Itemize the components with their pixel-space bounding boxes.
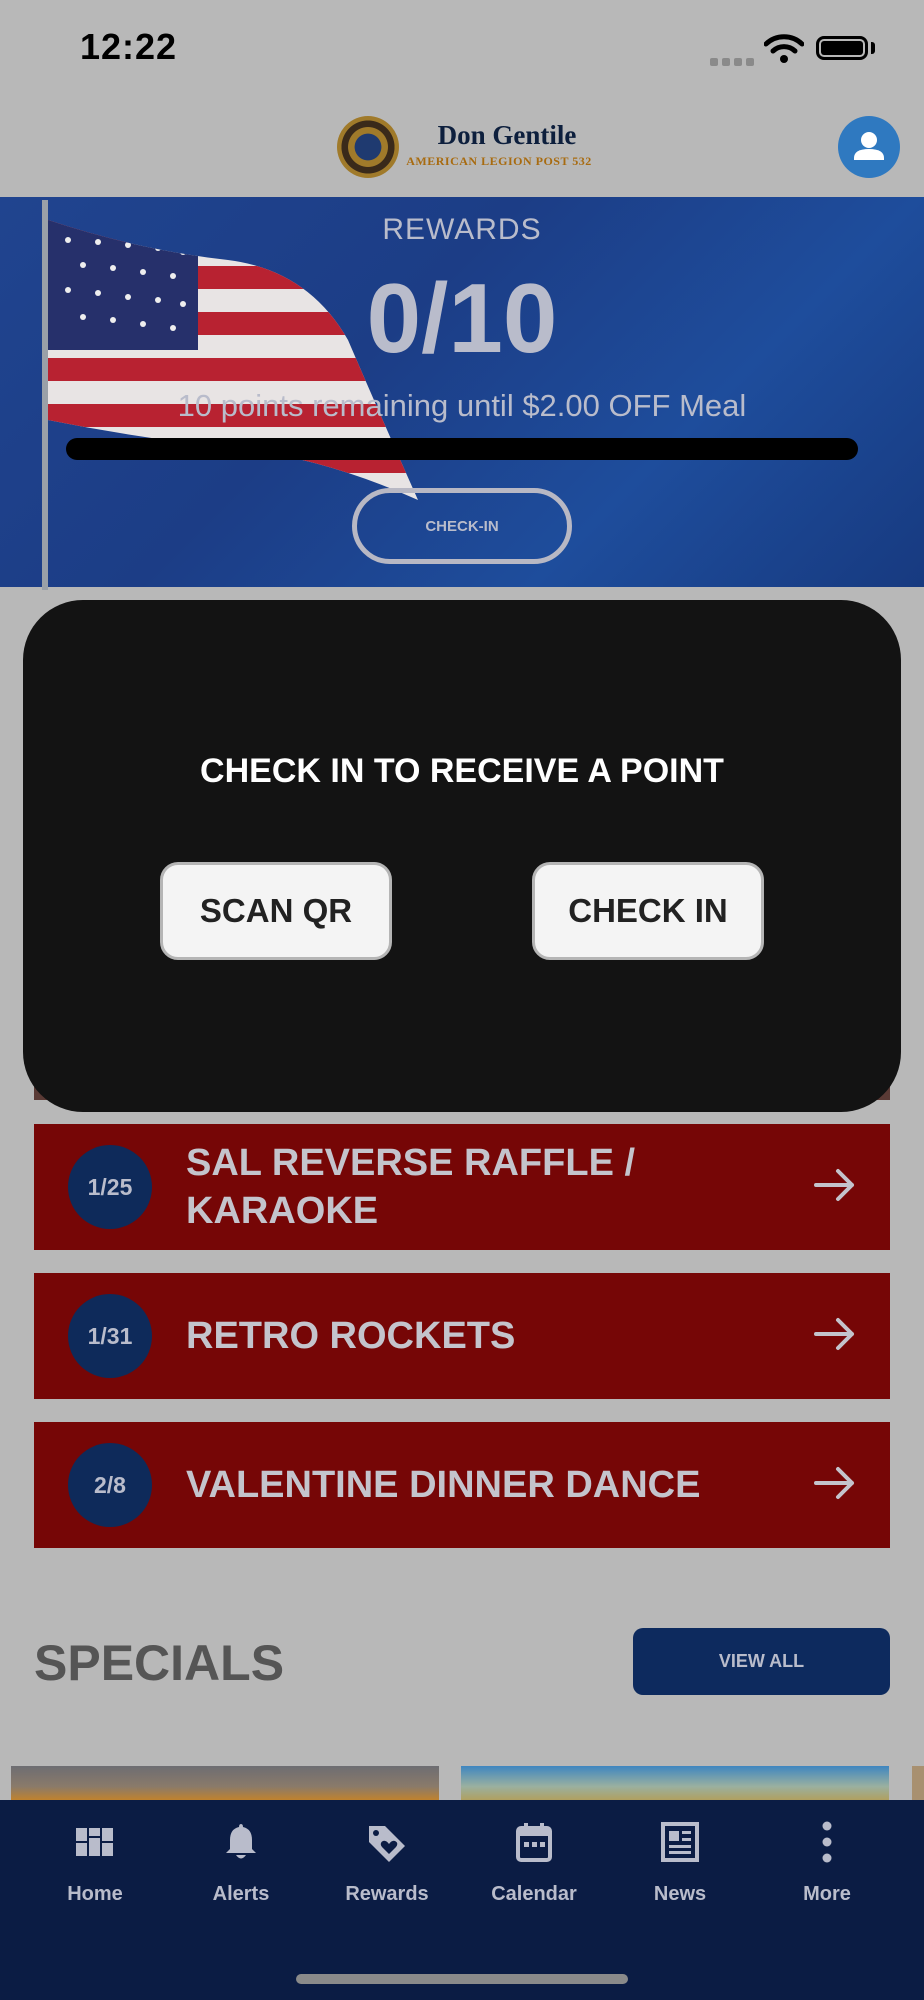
event-title: RETRO ROCKETS	[186, 1315, 516, 1357]
arrow-right-icon	[814, 1169, 854, 1201]
nav-more[interactable]: More	[767, 1820, 887, 1906]
tag-heart-icon	[369, 1826, 405, 1862]
nav-label: Calendar	[491, 1883, 577, 1905]
specials-heading: SPECIALS	[34, 1635, 285, 1691]
nav-label: More	[803, 1883, 851, 1905]
bell-icon	[226, 1824, 256, 1859]
modal-title: CHECK IN TO RECEIVE A POINT	[200, 752, 724, 790]
newspaper-icon	[661, 1822, 699, 1862]
nav-calendar[interactable]: Calendar	[474, 1820, 594, 1906]
nav-home[interactable]: Home	[35, 1820, 155, 1906]
banner-checkin-button[interactable]: CHECK-IN	[352, 488, 572, 564]
more-vertical-icon	[822, 1821, 832, 1863]
user-icon	[854, 132, 884, 160]
checkin-modal	[23, 600, 901, 1112]
battery-tip	[871, 42, 875, 54]
home-grid-icon	[76, 1828, 113, 1856]
calendar-icon	[516, 1823, 552, 1862]
rewards-progress-bar	[66, 438, 858, 460]
nav-label: News	[653, 1883, 707, 1905]
nav-news[interactable]: News	[620, 1820, 740, 1906]
rewards-remaining-text: 10 points remaining until $2.00 OFF Meal	[177, 388, 747, 423]
nav-rewards[interactable]: Rewards	[327, 1820, 447, 1906]
event-date-badge: 2/8	[68, 1443, 152, 1527]
arrow-right-icon	[814, 1467, 854, 1499]
rewards-label: REWARDS	[382, 213, 542, 246]
home-indicator	[296, 1974, 628, 1984]
battery-icon	[816, 36, 868, 60]
status-time: 12:22	[80, 26, 178, 67]
nav-alerts[interactable]: Alerts	[181, 1820, 301, 1906]
profile-button[interactable]	[838, 116, 900, 178]
special-card-image[interactable]	[912, 1766, 924, 1800]
special-card-image[interactable]	[11, 1766, 439, 1800]
nav-label: Home	[67, 1883, 123, 1905]
nav-label: Alerts	[212, 1883, 270, 1905]
wifi-icon	[764, 34, 804, 63]
special-card-image[interactable]	[461, 1766, 889, 1800]
nav-label: Rewards	[345, 1883, 429, 1905]
check-in-button[interactable]: CHECK IN	[532, 862, 764, 960]
logo-title: Don Gentile	[437, 120, 577, 150]
arrow-right-icon	[814, 1318, 854, 1350]
logo-subtitle: AMERICAN LEGION POST 532	[406, 154, 592, 168]
event-title: SAL REVERSE RAFFLE / KARAOKE	[186, 1142, 636, 1232]
event-date-badge: 1/25	[68, 1145, 152, 1229]
event-date-badge: 1/31	[68, 1294, 152, 1378]
rewards-count: 0/10	[366, 263, 558, 373]
scan-qr-button[interactable]: SCAN QR	[160, 862, 392, 960]
cellular-signal-icon	[710, 58, 754, 66]
view-all-button[interactable]: VIEW ALL	[633, 1628, 890, 1695]
legion-seal-logo	[337, 116, 399, 178]
event-title: VALENTINE DINNER DANCE	[186, 1464, 701, 1506]
